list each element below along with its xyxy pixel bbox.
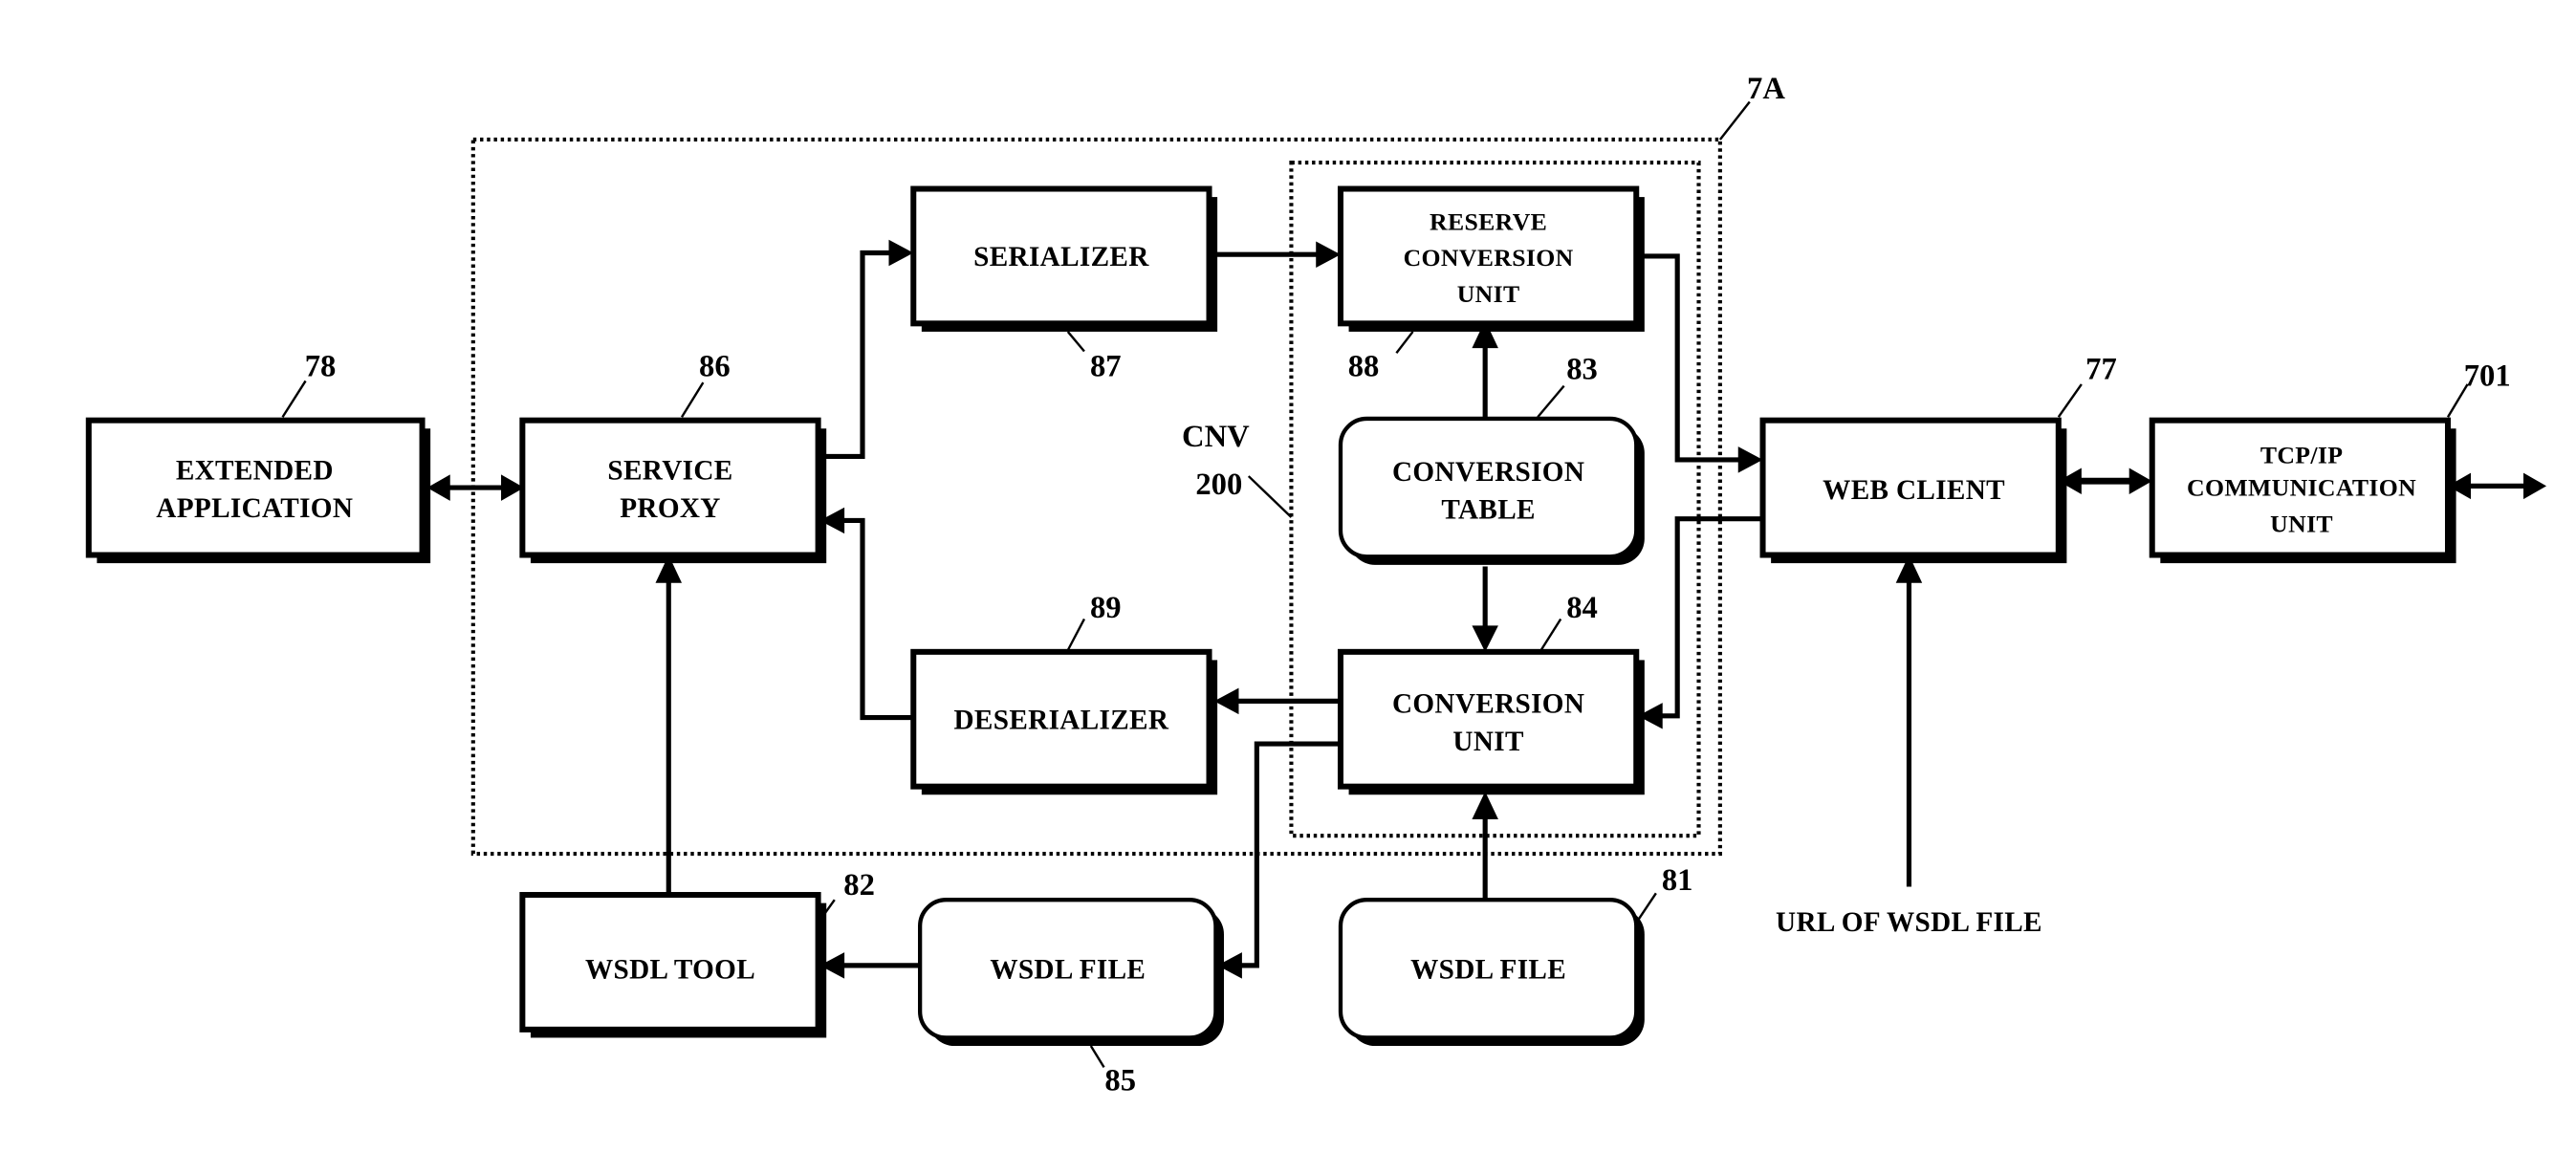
block-deserializer[interactable]: DESERIALIZER bbox=[910, 648, 1218, 795]
arrow-ext-app-service-proxy bbox=[426, 474, 525, 501]
block-conversion-table[interactable]: CONVERSION TABLE bbox=[1338, 416, 1645, 565]
ref-83: 83 bbox=[1566, 353, 1598, 387]
leader-81 bbox=[1635, 892, 1657, 924]
arrow-serializer-reserve bbox=[1211, 241, 1341, 268]
block-label-line: WEB CLIENT bbox=[1823, 475, 2005, 506]
block-label-line: TABLE bbox=[1441, 495, 1536, 526]
block-conversion-unit[interactable]: CONVERSION UNIT bbox=[1337, 648, 1645, 795]
arrow-tcpip-external bbox=[2447, 472, 2547, 500]
ref-85: 85 bbox=[1104, 1063, 1136, 1098]
arrow-table-reserve bbox=[1472, 319, 1498, 419]
label-cnv: CNV bbox=[1182, 420, 1250, 454]
block-label-line: DESERIALIZER bbox=[954, 706, 1169, 736]
arrow-url-web-client bbox=[1895, 554, 1923, 887]
leader-77 bbox=[2057, 383, 2083, 418]
block-wsdl-tool[interactable]: WSDL TOOL bbox=[519, 892, 827, 1038]
block-serializer[interactable]: SERIALIZER bbox=[910, 185, 1218, 332]
arrow-deserializer-service-proxy bbox=[819, 507, 914, 721]
block-label-line: COMMUNICATION bbox=[2187, 474, 2416, 502]
block-label-line: RESERVE bbox=[1430, 207, 1547, 235]
block-label-line: WSDL FILE bbox=[1410, 955, 1566, 986]
leader-87 bbox=[1066, 331, 1085, 353]
ref-77: 77 bbox=[2085, 353, 2117, 387]
block-extended-application[interactable]: EXTENDED APPLICATION bbox=[85, 417, 431, 564]
ref-88: 88 bbox=[1348, 349, 1380, 383]
block-label-line: TCP/IP bbox=[2260, 441, 2343, 468]
block-tcpip-communication-unit[interactable]: TCP/IP COMMUNICATION UNIT bbox=[2149, 417, 2456, 564]
block-wsdl-file-81[interactable]: WSDL FILE bbox=[1338, 898, 1645, 1047]
block-web-client[interactable]: WEB CLIENT bbox=[1759, 417, 2067, 564]
block-label-line: EXTENDED bbox=[176, 456, 334, 487]
block-label-line: CONVERSION bbox=[1404, 244, 1574, 272]
block-label-line: UNIT bbox=[2270, 510, 2333, 537]
block-label-line: PROXY bbox=[620, 493, 721, 524]
ref-81: 81 bbox=[1662, 863, 1693, 898]
ref-84: 84 bbox=[1566, 591, 1598, 625]
ref-82: 82 bbox=[843, 868, 875, 902]
leader-89 bbox=[1066, 618, 1086, 651]
block-label-line: WSDL FILE bbox=[990, 955, 1146, 986]
arrow-wsdl-file-85-wsdl-tool bbox=[819, 952, 921, 979]
block-label-line: SERVICE bbox=[607, 456, 732, 487]
arrow-web-client-tcpip bbox=[2058, 467, 2152, 494]
leader-cnv-200 bbox=[1247, 475, 1293, 518]
block-label-line: UNIT bbox=[1452, 727, 1524, 757]
ref-701: 701 bbox=[2464, 359, 2511, 394]
arrow-table-conversion-unit bbox=[1472, 566, 1498, 652]
label-7a: 7A bbox=[1747, 72, 1785, 106]
block-diagram: 7A CNV 200 EXTENDED APPLICATION 78 SERVI… bbox=[85, 72, 2547, 1098]
arrow-conversion-unit-wsdl-file-85 bbox=[1217, 741, 1341, 979]
leader-78 bbox=[281, 380, 307, 418]
block-label-line: WSDL TOOL bbox=[585, 955, 755, 986]
block-label-line: CONVERSION bbox=[1392, 688, 1584, 719]
ref-87: 87 bbox=[1090, 349, 1122, 383]
ref-86: 86 bbox=[699, 349, 731, 383]
leader-83 bbox=[1537, 384, 1565, 419]
block-label-line: APPLICATION bbox=[156, 493, 353, 524]
arrow-conversion-unit-deserializer bbox=[1213, 687, 1341, 715]
block-wsdl-file-85[interactable]: WSDL FILE bbox=[917, 898, 1224, 1047]
block-reserve-conversion-unit[interactable]: RESERVE CONVERSION UNIT bbox=[1337, 185, 1645, 332]
arrow-service-proxy-serializer bbox=[821, 239, 914, 460]
ref-89: 89 bbox=[1090, 591, 1122, 625]
block-label-line: SERIALIZER bbox=[973, 242, 1149, 272]
ref-78: 78 bbox=[305, 349, 337, 383]
label-cnv-200: 200 bbox=[1195, 467, 1242, 502]
leader-85 bbox=[1089, 1045, 1105, 1068]
block-label-line: CONVERSION bbox=[1392, 457, 1584, 488]
leader-88 bbox=[1395, 331, 1414, 354]
arrow-wsdl-tool-service-proxy bbox=[655, 554, 683, 896]
leader-84 bbox=[1539, 618, 1562, 651]
block-label-line: UNIT bbox=[1457, 280, 1520, 308]
block-service-proxy[interactable]: SERVICE PROXY bbox=[519, 417, 827, 564]
url-of-wsdl-file-label: URL OF WSDL FILE bbox=[1776, 907, 2042, 938]
leader-7a bbox=[1718, 100, 1751, 141]
arrow-wsdl-file-81-conversion-unit bbox=[1472, 791, 1498, 899]
leader-86 bbox=[680, 381, 705, 418]
